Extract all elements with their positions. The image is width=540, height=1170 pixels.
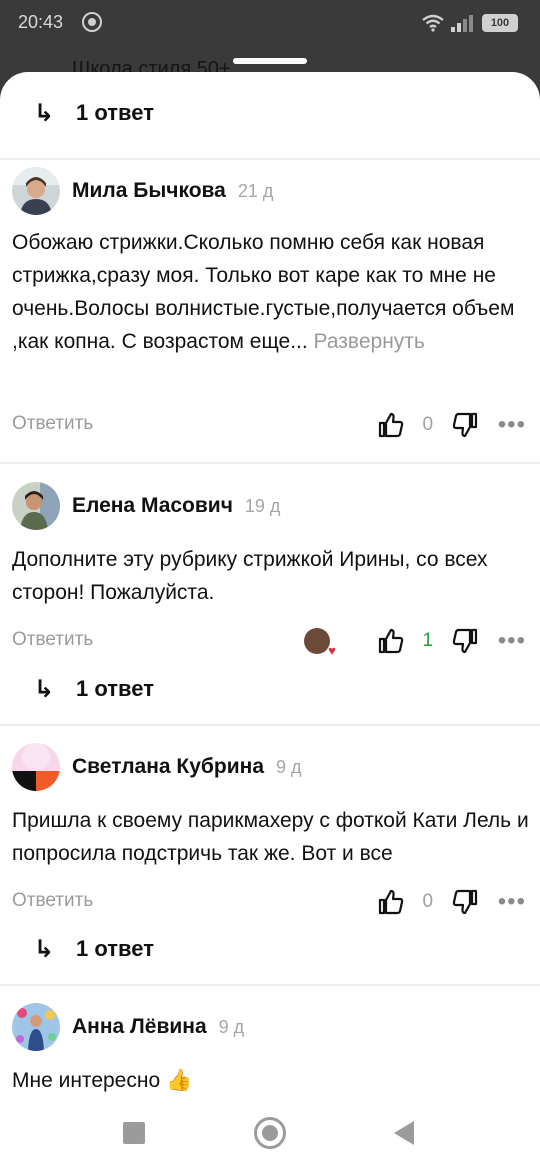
status-time: 20:43 xyxy=(18,12,64,32)
status-bar: 20:43 100 xyxy=(0,0,540,46)
show-replies-button[interactable]: ↳ 1 ответ xyxy=(34,931,154,967)
author-name[interactable]: Мила Бычкова xyxy=(72,179,226,203)
show-replies-button[interactable]: ↳ 1 ответ xyxy=(34,671,154,707)
like-button[interactable] xyxy=(376,410,406,440)
thumbs-down-icon xyxy=(452,412,477,438)
comment-actions: 0 ••• xyxy=(376,884,526,920)
more-options-icon[interactable]: ••• xyxy=(498,888,526,916)
reply-button[interactable]: Ответить xyxy=(12,890,93,912)
divider xyxy=(0,158,540,160)
wifi-icon xyxy=(422,14,444,32)
dislike-button[interactable] xyxy=(450,410,480,440)
avatar[interactable] xyxy=(12,482,60,530)
reply-arrow-icon: ↳ xyxy=(34,675,55,703)
thumbs-down-icon xyxy=(452,628,477,654)
author-name[interactable]: Анна Лёвина xyxy=(72,1015,207,1039)
reply-arrow-icon: ↳ xyxy=(34,935,55,963)
comment-body: Дополните эту рубрику стрижкой Ирины, со… xyxy=(12,548,488,604)
comment-header: Светлана Кубрина 9 д xyxy=(12,742,302,792)
heart-icon: ♥ xyxy=(328,643,336,658)
dislike-button[interactable] xyxy=(450,887,480,917)
replies-label: 1 ответ xyxy=(76,936,154,961)
comment-header: Анна Лёвина 9 д xyxy=(12,1002,244,1052)
thumbs-up-icon xyxy=(378,889,403,915)
comment-text: Дополните эту рубрику стрижкой Ирины, со… xyxy=(12,543,532,609)
like-count: 0 xyxy=(422,891,434,912)
comment-body: Обожаю стрижки.Сколько помню себя как но… xyxy=(12,231,515,353)
battery-icon: 100 xyxy=(482,14,518,32)
expand-link[interactable]: Развернуть xyxy=(314,330,425,353)
system-nav-bar xyxy=(0,1100,540,1170)
comment-text: Пришла к своему парикмахеру с фоткой Кат… xyxy=(12,804,532,870)
more-options-icon[interactable]: ••• xyxy=(498,627,526,655)
avatar[interactable] xyxy=(12,167,60,215)
author-name[interactable]: Елена Масович xyxy=(72,494,233,518)
comment-actions: ♥ 1 ••• xyxy=(303,623,526,659)
comment-age: 21 д xyxy=(237,180,274,201)
show-replies-button[interactable]: ↳ 1 ответ xyxy=(34,95,154,131)
comment-age: 19 д xyxy=(244,495,281,516)
comment-age: 9 д xyxy=(218,1016,245,1037)
divider xyxy=(0,984,540,986)
reply-arrow-icon: ↳ xyxy=(34,99,55,127)
comment-body: Пришла к своему парикмахеру с фоткой Кат… xyxy=(12,809,529,865)
like-button[interactable] xyxy=(376,626,406,656)
home-button[interactable] xyxy=(254,1117,286,1149)
comment-actions: 0 ••• xyxy=(376,407,526,443)
thumbs-down-icon xyxy=(452,889,477,915)
divider xyxy=(0,462,540,464)
like-count: 0 xyxy=(422,414,434,435)
more-options-icon[interactable]: ••• xyxy=(498,411,526,439)
replies-label: 1 ответ xyxy=(76,676,154,701)
dislike-button[interactable] xyxy=(450,626,480,656)
recent-apps-button[interactable] xyxy=(123,1122,145,1144)
comment-header: Елена Масович 19 д xyxy=(12,481,280,531)
sheet-drag-handle[interactable] xyxy=(233,58,307,64)
comments-sheet: ↳ 1 ответ Мила Бычкова 21 д Обожаю стриж… xyxy=(0,72,540,1170)
comment-body: Мне интересно 👍 xyxy=(12,1069,193,1092)
comment-header: Мила Бычкова 21 д xyxy=(12,166,273,216)
like-count: 1 xyxy=(422,630,434,651)
comment-age: 9 д xyxy=(276,756,302,777)
author-name[interactable]: Светлана Кубрина xyxy=(72,755,264,779)
avatar[interactable] xyxy=(12,743,60,791)
avatar[interactable] xyxy=(12,1003,60,1051)
like-button[interactable] xyxy=(376,887,406,917)
signal-icon xyxy=(451,15,473,32)
thumbs-up-icon xyxy=(378,628,403,654)
back-button[interactable] xyxy=(394,1121,414,1145)
comment-text: Обожаю стрижки.Сколько помню себя как но… xyxy=(12,226,532,358)
reactor-avatar[interactable]: ♥ xyxy=(303,628,336,658)
reply-button[interactable]: Ответить xyxy=(12,629,93,651)
reply-button[interactable]: Ответить xyxy=(12,413,93,435)
comment-text: Мне интересно 👍 xyxy=(12,1064,532,1097)
replies-label: 1 ответ xyxy=(76,100,154,125)
divider xyxy=(0,724,540,726)
status-icons: 100 xyxy=(422,12,518,34)
thumbs-up-icon xyxy=(378,412,403,438)
screen-record-icon xyxy=(82,12,102,32)
